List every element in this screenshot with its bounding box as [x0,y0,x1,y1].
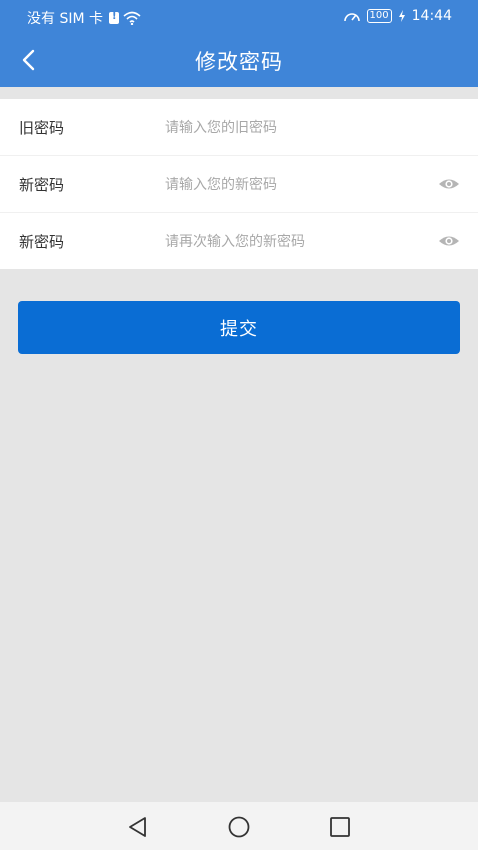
wifi-icon [123,11,141,25]
app-bar: 修改密码 [0,34,478,87]
eye-icon[interactable] [438,230,460,252]
clock-time: 14:44 [411,8,452,24]
confirm-password-input[interactable] [163,225,427,259]
status-left: 没有 SIM 卡 [27,8,141,28]
old-password-label: 旧密码 [19,119,65,137]
new-password-input[interactable] [163,168,427,202]
confirm-password-row: 新密码 [0,213,478,269]
submit-button[interactable]: 提交 [18,301,460,354]
charging-icon [398,10,405,22]
new-password-label: 新密码 [19,176,65,194]
back-triangle-icon[interactable] [125,814,151,840]
home-circle-icon[interactable] [226,814,252,840]
eye-icon[interactable] [438,173,460,195]
old-password-row: 旧密码 [0,99,478,156]
new-password-row: 新密码 [0,156,478,213]
battery-icon: 100 [366,9,392,23]
sim-alert-icon [109,11,119,24]
page-title: 修改密码 [195,50,283,74]
speedometer-icon [343,13,360,22]
status-right: 100 14:44 [343,8,452,24]
old-password-input[interactable] [163,111,427,145]
carrier-text: 没有 SIM 卡 [27,11,103,27]
recents-square-icon[interactable] [327,814,353,840]
status-bar: 没有 SIM 卡 100 14:44 [0,0,478,34]
system-nav-bar [0,802,478,850]
confirm-password-label: 新密码 [19,233,65,251]
password-form: 旧密码 新密码 新密码 [0,99,478,269]
